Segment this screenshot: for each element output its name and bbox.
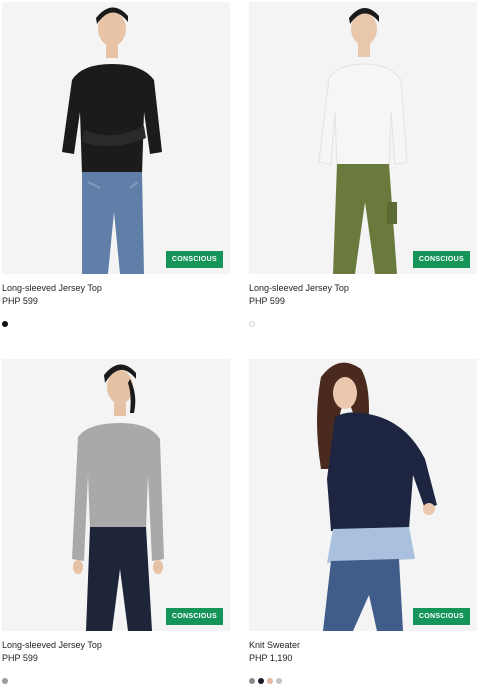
conscious-badge: CONSCIOUS	[412, 608, 470, 625]
conscious-badge: CONSCIOUS	[412, 251, 470, 268]
product-card[interactable]: CONSCIOUS Knit Sweater PHP 1,190	[249, 359, 477, 685]
conscious-badge: CONSCIOUS	[165, 251, 223, 268]
product-image[interactable]: CONSCIOUS	[2, 359, 230, 631]
product-title[interactable]: Long-sleeved Jersey Top	[2, 283, 230, 294]
swatch-grey[interactable]	[2, 678, 8, 684]
color-swatches	[2, 321, 230, 328]
model-photo	[318, 7, 408, 274]
swatch-black[interactable]	[2, 321, 8, 327]
color-swatches	[249, 678, 477, 685]
product-price: PHP 1,190	[249, 653, 293, 663]
model-photo	[72, 364, 164, 631]
product-image[interactable]: CONSCIOUS	[249, 359, 477, 631]
swatch-navy[interactable]	[258, 678, 264, 684]
color-swatches	[249, 321, 477, 328]
swatch-grey[interactable]	[249, 678, 255, 684]
color-swatches	[2, 678, 230, 685]
product-title[interactable]: Knit Sweater	[249, 640, 477, 651]
product-card[interactable]: CONSCIOUS Long-sleeved Jersey Top PHP 59…	[2, 2, 230, 328]
product-image[interactable]: CONSCIOUS	[249, 2, 477, 274]
product-card[interactable]: CONSCIOUS Long-sleeved Jersey Top PHP 59…	[2, 359, 230, 685]
product-image[interactable]: CONSCIOUS	[2, 2, 230, 274]
product-card[interactable]: CONSCIOUS Long-sleeved Jersey Top PHP 59…	[249, 2, 477, 328]
model-photo	[317, 362, 437, 631]
product-price: PHP 599	[2, 296, 38, 306]
product-title[interactable]: Long-sleeved Jersey Top	[249, 283, 477, 294]
swatch-light-grey[interactable]	[276, 678, 282, 684]
product-title[interactable]: Long-sleeved Jersey Top	[2, 640, 230, 651]
swatch-pink[interactable]	[267, 678, 273, 684]
product-price: PHP 599	[2, 653, 38, 663]
conscious-badge: CONSCIOUS	[165, 608, 223, 625]
product-price: PHP 599	[249, 296, 285, 306]
model-photo	[62, 7, 162, 274]
swatch-white[interactable]	[249, 321, 255, 327]
